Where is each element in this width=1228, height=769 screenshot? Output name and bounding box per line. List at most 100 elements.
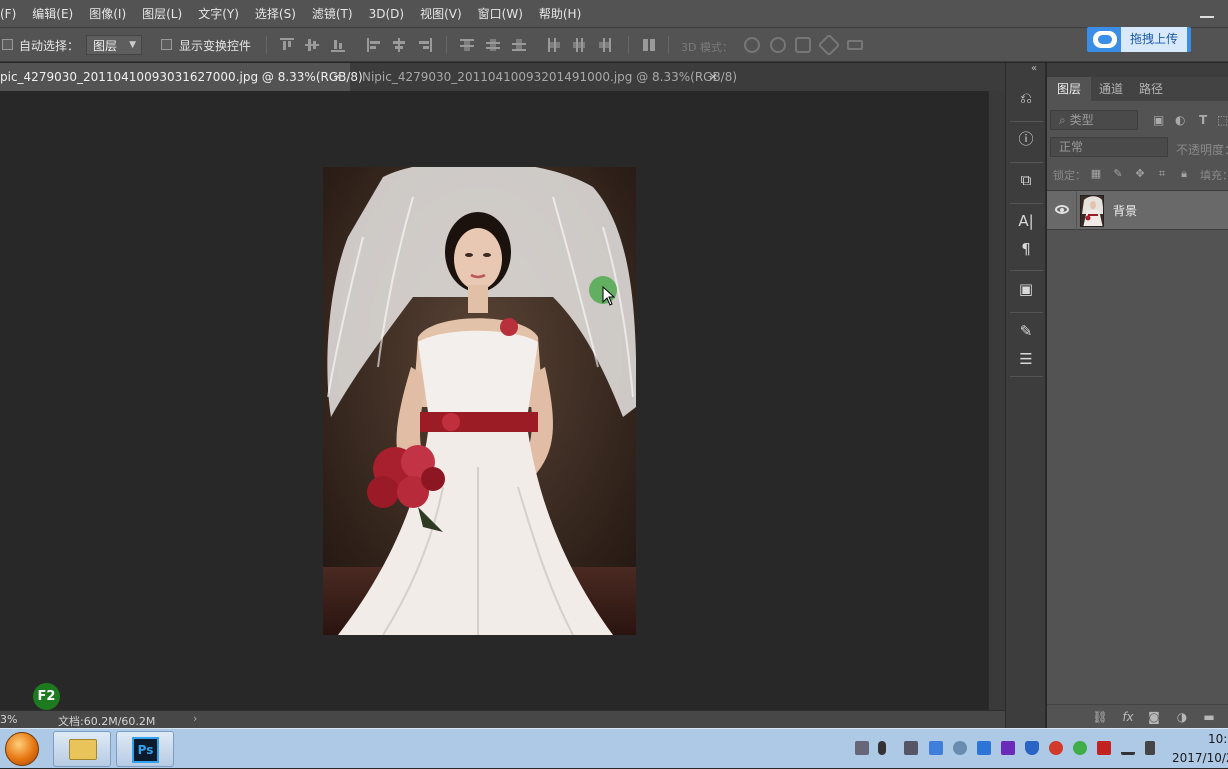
paragraph-icon[interactable]: ¶ (1016, 240, 1036, 258)
divider (668, 36, 669, 54)
vertical-scrollbar[interactable] (988, 91, 1005, 710)
microphone-icon[interactable] (878, 741, 886, 755)
adjustments-icon[interactable]: ☰ (1016, 350, 1036, 368)
filter-type-icon[interactable]: T (1199, 113, 1207, 127)
auto-select-label: 自动选择： (19, 39, 80, 53)
menu-bar: (F) 编辑(E) 图像(I) 图层(L) 文字(Y) 选择(S) 滤镜(T) … (0, 0, 1228, 28)
clone-source-icon[interactable]: ⧉ (1016, 171, 1036, 189)
menu-3d[interactable]: 3D(D) (361, 0, 412, 28)
align-right-icon[interactable] (418, 38, 432, 52)
opacity-label: 不透明度： (1176, 143, 1228, 157)
filter-shape-icon[interactable]: ⬚ (1217, 113, 1228, 127)
antivirus-icon[interactable] (1097, 741, 1111, 755)
distribute-vcenter-icon[interactable] (486, 38, 500, 52)
auto-align-icon[interactable] (642, 38, 656, 52)
filter-placeholder: 类型 (1069, 113, 1094, 127)
clock-date[interactable]: 2017/10/2 (1172, 751, 1228, 765)
3d-panel-icon[interactable]: ▣ (1016, 280, 1036, 298)
eye-icon[interactable] (1055, 205, 1069, 214)
layer-row-background[interactable]: 背景 (1047, 190, 1228, 231)
auto-select-checkbox[interactable] (2, 39, 13, 50)
menu-filter[interactable]: 滤镜(T) (304, 0, 361, 28)
link-icon[interactable] (953, 741, 967, 755)
divider (1010, 376, 1043, 377)
menu-select[interactable]: 选择(S) (247, 0, 304, 28)
add-mask-icon[interactable]: ◙ (1146, 710, 1162, 724)
explorer-taskbar-button[interactable] (53, 731, 111, 767)
menu-layer[interactable]: 图层(L) (134, 0, 190, 28)
align-top-icon[interactable] (280, 38, 294, 52)
tab-channels[interactable]: 通道 (1089, 77, 1133, 101)
distribute-top-icon[interactable] (460, 38, 474, 52)
show-transform-checkbox[interactable] (161, 39, 172, 50)
minimize-button[interactable] (1200, 8, 1214, 18)
layers-panel: 图层 通道 路径 ⌕ 类型 ▣ ◐ T ⬚ 正常 不透明度： 锁定： ▦ ✎ ✥… (1047, 63, 1228, 728)
info-icon[interactable]: ⓘ (1016, 130, 1036, 148)
menu-help[interactable]: 帮助(H) (531, 0, 589, 28)
blend-mode-dropdown[interactable]: 正常 (1050, 137, 1168, 157)
tool-presets-icon[interactable]: ✎ (1016, 322, 1036, 340)
photoshop-taskbar-button[interactable]: Ps (116, 731, 174, 767)
align-bottom-icon[interactable] (331, 38, 345, 52)
tab-document-1[interactable]: pic_4279030_20110410093031627000.jpg @ 8… (0, 63, 363, 91)
keyboard-icon[interactable] (855, 741, 869, 755)
fx-icon[interactable]: fx (1120, 710, 1136, 724)
security-check-icon[interactable] (1073, 741, 1087, 755)
menu-window[interactable]: 窗口(W) (470, 0, 531, 28)
zoom-level[interactable]: 3% (0, 713, 17, 726)
align-hcenter-icon[interactable] (392, 38, 406, 52)
signal-icon[interactable] (1121, 741, 1135, 755)
app-tray-icon[interactable] (1001, 741, 1015, 755)
close-icon[interactable]: × (333, 63, 342, 91)
qq-icon[interactable] (1049, 741, 1063, 755)
status-menu-arrow[interactable]: › (193, 712, 197, 725)
filter-image-icon[interactable]: ▣ (1153, 113, 1164, 127)
rotate-3d-icon[interactable] (744, 37, 760, 53)
clock-time[interactable]: 10: (1208, 732, 1227, 746)
collapse-icon[interactable]: « (1031, 63, 1037, 74)
align-vcenter-icon[interactable] (305, 38, 319, 52)
roll-3d-icon[interactable] (770, 37, 786, 53)
distribute-right-icon[interactable] (598, 38, 612, 52)
tab-document-2[interactable]: Nipic_4279030_20110410093201491000.jpg @… (362, 63, 737, 91)
lock-artboard-icon[interactable]: ⌗ (1156, 168, 1168, 180)
cloud-tray-icon[interactable] (977, 741, 991, 755)
start-orb-icon (5, 732, 39, 766)
lock-move-icon[interactable]: ✥ (1134, 168, 1146, 180)
menu-image[interactable]: 图像(I) (81, 0, 134, 28)
tab-paths[interactable]: 路径 (1129, 77, 1173, 101)
adjustment-layer-icon[interactable]: ◑ (1174, 710, 1190, 724)
drag-3d-icon[interactable] (795, 37, 811, 53)
lock-transparent-icon[interactable]: ▦ (1090, 168, 1102, 180)
distribute-hcenter-icon[interactable] (572, 38, 586, 52)
align-left-icon[interactable] (367, 38, 381, 52)
scale-3d-icon[interactable] (847, 40, 863, 50)
new-group-icon[interactable]: ▬ (1201, 710, 1217, 724)
menu-edit[interactable]: 编辑(E) (24, 0, 81, 28)
cloud-icon (1093, 31, 1117, 48)
auto-select-dropdown[interactable]: 图层 ▼ (86, 35, 142, 55)
close-icon[interactable]: × (709, 63, 718, 91)
tab-layers[interactable]: 图层 (1047, 77, 1092, 101)
slide-3d-icon[interactable] (817, 33, 841, 57)
bride-photo[interactable] (323, 167, 636, 635)
menu-file[interactable]: (F) (0, 0, 24, 28)
network-tool-icon[interactable] (904, 741, 918, 755)
upload-button[interactable]: 拖拽上传 (1087, 27, 1191, 52)
link-layers-icon[interactable]: ⛓ (1092, 710, 1108, 724)
chevron-down-icon: ▼ (129, 40, 136, 50)
start-button[interactable] (0, 729, 44, 769)
distribute-left-icon[interactable] (547, 38, 561, 52)
shield-icon[interactable] (1025, 741, 1039, 755)
menu-view[interactable]: 视图(V) (412, 0, 470, 28)
layer-filter-dropdown[interactable]: ⌕ 类型 (1050, 110, 1138, 130)
lock-all-icon[interactable]: 🔒︎ (1178, 168, 1190, 180)
volume-icon[interactable] (1145, 741, 1155, 755)
filter-adjust-icon[interactable]: ◐ (1175, 113, 1185, 127)
history-icon[interactable]: ⎌ (1016, 89, 1036, 107)
character-icon[interactable]: A| (1016, 212, 1036, 230)
lock-brush-icon[interactable]: ✎ (1112, 168, 1124, 180)
package-icon[interactable] (929, 741, 943, 755)
distribute-bottom-icon[interactable] (512, 38, 526, 52)
menu-type[interactable]: 文字(Y) (190, 0, 247, 28)
